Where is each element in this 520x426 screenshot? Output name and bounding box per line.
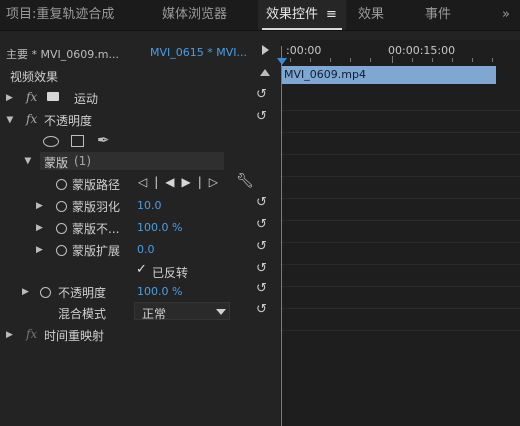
blend-mode-label: 混合模式 bbox=[58, 307, 107, 321]
timeline-row-divider bbox=[280, 176, 520, 177]
ruler-tick bbox=[492, 58, 493, 62]
ruler-tick bbox=[452, 58, 453, 62]
timeline-row-divider bbox=[280, 286, 520, 287]
timeline-row-divider bbox=[280, 154, 520, 155]
tab-effects[interactable]: 效果 bbox=[358, 0, 384, 30]
expand-opacity-property-icon[interactable]: ▶ bbox=[22, 287, 29, 297]
reset-icon[interactable]: ↺ bbox=[256, 261, 267, 276]
ruler-tick bbox=[350, 58, 351, 62]
expand-mask-expansion-icon[interactable]: ▶ bbox=[36, 245, 43, 255]
stopwatch-icon[interactable] bbox=[56, 245, 67, 256]
reset-icon[interactable]: ↺ bbox=[256, 109, 267, 124]
inverted-label: 已反转 bbox=[152, 266, 189, 280]
tab-project[interactable]: 项目:重复轨迹合成 bbox=[6, 0, 114, 30]
timeline-row-divider bbox=[280, 308, 520, 309]
timeline-row-divider bbox=[280, 220, 520, 221]
timecode-mid: 00:00:15:00 bbox=[388, 44, 456, 57]
timeline-row-divider bbox=[280, 264, 520, 265]
timeline-row-divider bbox=[280, 110, 520, 111]
opacity-property-label: 不透明度 bbox=[58, 286, 107, 300]
reset-icon[interactable]: ↺ bbox=[256, 281, 267, 296]
tracking-method-wrench-icon[interactable]: 🔧︎ bbox=[236, 173, 254, 189]
stopwatch-icon[interactable] bbox=[56, 201, 67, 212]
overflow-icon[interactable]: » bbox=[502, 0, 510, 30]
mask-path-label: 蒙版路径 bbox=[72, 178, 121, 192]
track-backward-icon[interactable]: ◀ bbox=[165, 175, 181, 189]
ruler-tick bbox=[370, 58, 371, 62]
track-forward-one-frame-icon[interactable]: |▷ bbox=[198, 175, 225, 189]
mask-expansion-label: 蒙版扩展 bbox=[72, 244, 121, 258]
ruler-tick bbox=[392, 56, 393, 63]
clip-source-label[interactable]: MVI_0615 * MVI... bbox=[150, 46, 247, 59]
fx-toggle-opacity[interactable]: fx bbox=[26, 112, 37, 126]
blend-mode-value: 正常 bbox=[142, 307, 167, 321]
opacity-property-value[interactable]: 100.0 % bbox=[137, 285, 182, 298]
timeline-row-divider bbox=[280, 198, 520, 199]
mask-expansion-value[interactable]: 0.0 bbox=[137, 243, 155, 256]
mask-path-tracking-controls: ◁|◀▶|▷ bbox=[138, 175, 225, 189]
scroll-up-icon[interactable] bbox=[260, 69, 270, 76]
ruler-tick bbox=[432, 58, 433, 62]
fx-toggle-time-remap[interactable]: fx bbox=[26, 327, 37, 341]
ellipse-mask-icon[interactable] bbox=[43, 136, 59, 147]
effect-motion-label[interactable]: 运动 bbox=[74, 90, 98, 107]
timecode-start: :00:00 bbox=[286, 44, 322, 57]
timeline-row-divider bbox=[280, 132, 520, 133]
mask-feather-value[interactable]: 10.0 bbox=[137, 199, 162, 212]
playhead-line[interactable] bbox=[281, 46, 282, 426]
mask-label[interactable]: 蒙版 bbox=[44, 154, 68, 171]
chevron-down-icon[interactable] bbox=[216, 309, 226, 315]
mask-opacity-label: 蒙版不... bbox=[72, 222, 120, 236]
reset-icon[interactable]: ↺ bbox=[256, 239, 267, 254]
ruler-tick bbox=[412, 58, 413, 62]
playhead-handle[interactable] bbox=[277, 58, 287, 65]
tab-events[interactable]: 事件 bbox=[425, 0, 451, 30]
ruler-tick bbox=[290, 58, 291, 62]
expand-mask-opacity-icon[interactable]: ▶ bbox=[36, 223, 43, 233]
stopwatch-icon[interactable] bbox=[56, 179, 67, 190]
master-source-label[interactable]: 主要 * MVI_0609.m... bbox=[6, 46, 119, 62]
reset-icon[interactable]: ↺ bbox=[256, 217, 267, 232]
motion-transform-icon[interactable] bbox=[47, 92, 59, 101]
play-only-clip-icon[interactable] bbox=[262, 45, 269, 55]
reset-icon[interactable]: ↺ bbox=[256, 302, 267, 317]
track-forward-icon[interactable]: ▶ bbox=[182, 175, 198, 189]
track-back-one-frame-icon[interactable]: ◁| bbox=[138, 175, 165, 189]
mask-opacity-value[interactable]: 100.0 % bbox=[137, 221, 182, 234]
mask-count: (1) bbox=[74, 154, 91, 168]
active-tab-underline bbox=[262, 28, 342, 30]
timeline-row-divider bbox=[280, 330, 520, 331]
reset-icon[interactable]: ↺ bbox=[256, 195, 267, 210]
tab-media-browser[interactable]: 媒体浏览器 bbox=[162, 0, 227, 30]
pen-mask-icon[interactable]: ✒ bbox=[97, 131, 110, 149]
stopwatch-icon[interactable] bbox=[40, 287, 51, 298]
expand-mask-feather-icon[interactable]: ▶ bbox=[36, 201, 43, 211]
reset-icon[interactable]: ↺ bbox=[256, 87, 267, 102]
tab-effect-controls[interactable]: 效果控件 bbox=[266, 0, 318, 30]
timeline-row-divider bbox=[280, 242, 520, 243]
effect-opacity-label[interactable]: 不透明度 bbox=[44, 112, 92, 129]
expand-motion-icon[interactable]: ▶ bbox=[6, 93, 13, 103]
mask-feather-label: 蒙版羽化 bbox=[72, 200, 121, 214]
fx-toggle-motion[interactable]: fx bbox=[26, 90, 37, 104]
ruler-tick bbox=[330, 58, 331, 62]
expand-time-remap-icon[interactable]: ▶ bbox=[6, 330, 13, 340]
inverted-checkbox[interactable]: ✓ bbox=[136, 262, 147, 277]
ruler-tick bbox=[310, 58, 311, 62]
video-effects-header: 视频效果 bbox=[10, 70, 59, 84]
time-remap-label[interactable]: 时间重映射 bbox=[44, 327, 104, 344]
stopwatch-icon[interactable] bbox=[56, 223, 67, 234]
clip-bar[interactable]: MVI_0609.mp4 bbox=[282, 66, 496, 84]
collapse-opacity-icon[interactable]: ▶ bbox=[4, 117, 14, 124]
timeline-area[interactable] bbox=[280, 40, 520, 426]
ruler-tick bbox=[472, 58, 473, 62]
collapse-mask-icon[interactable]: ▶ bbox=[22, 158, 32, 165]
rectangle-mask-icon[interactable] bbox=[71, 135, 84, 147]
panel-menu-icon[interactable]: ≡ bbox=[326, 0, 337, 30]
